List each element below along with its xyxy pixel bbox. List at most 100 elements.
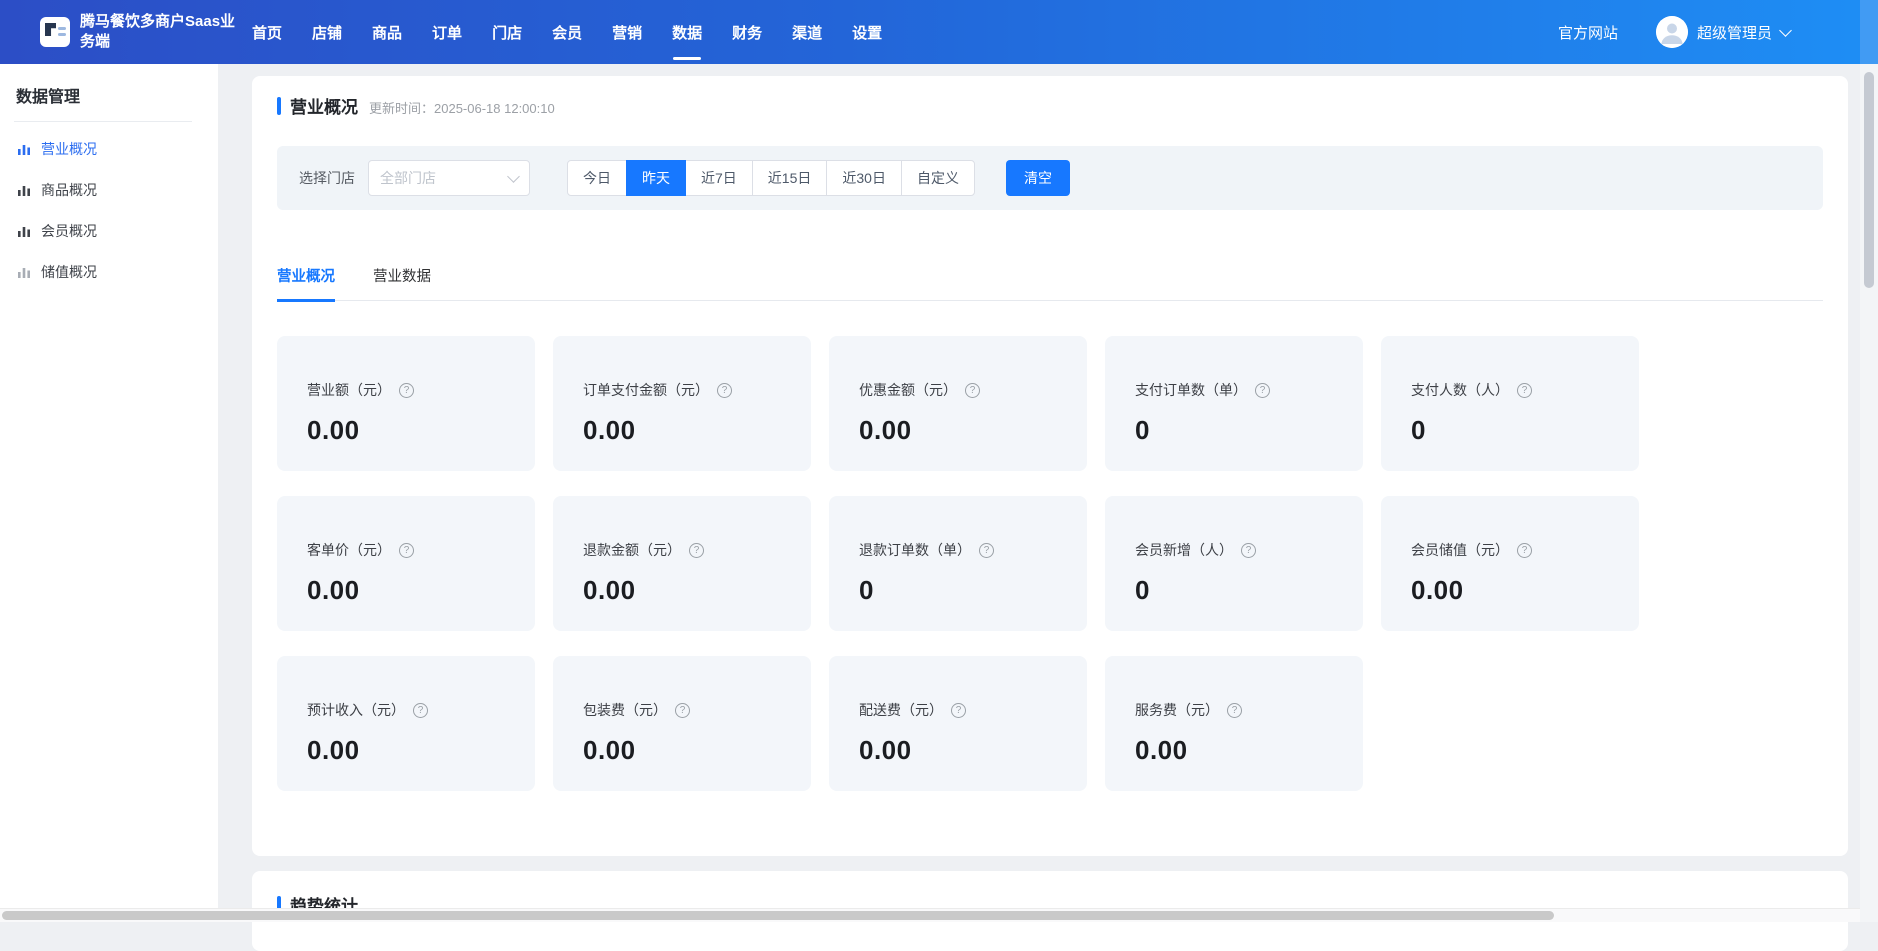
sidebar-title: 数据管理 xyxy=(0,64,218,121)
stat-label: 客单价（元） xyxy=(307,540,391,560)
stat-value: 0 xyxy=(1135,575,1353,606)
topbar-nav-item[interactable]: 渠道 xyxy=(790,18,824,47)
official-site-link[interactable]: 官方网站 xyxy=(1558,22,1618,43)
app-logo-icon xyxy=(40,17,70,47)
stat-label: 包装费（元） xyxy=(583,700,667,720)
nav-item-label: 数据 xyxy=(672,25,702,42)
stat-label: 支付订单数（单） xyxy=(1135,380,1247,400)
stat-card: 会员储值（元） 0.00 xyxy=(1381,496,1639,631)
user-name: 超级管理员 xyxy=(1697,22,1772,43)
help-icon[interactable] xyxy=(413,703,428,718)
stat-card: 退款订单数（单） 0 xyxy=(829,496,1087,631)
horizontal-scrollbar-thumb[interactable] xyxy=(2,911,1554,920)
vertical-scrollbar-thumb[interactable] xyxy=(1864,72,1874,288)
stat-label: 营业额（元） xyxy=(307,380,391,400)
stat-value: 0.00 xyxy=(307,415,525,446)
stat-card: 支付人数（人） 0 xyxy=(1381,336,1639,471)
stat-label: 支付人数（人） xyxy=(1411,380,1509,400)
sidebar-item-label: 储值概况 xyxy=(41,262,97,282)
topbar-right: 官方网站 超级管理员 xyxy=(1558,16,1878,48)
nav-item-label: 营销 xyxy=(612,25,642,42)
topbar-nav-item[interactable]: 营销 xyxy=(610,18,644,47)
stat-value: 0 xyxy=(859,575,1077,606)
date-range-label: 昨天 xyxy=(642,168,670,188)
chevron-down-icon xyxy=(507,170,520,183)
stat-value: 0.00 xyxy=(583,415,801,446)
date-range-label: 近7日 xyxy=(701,168,737,188)
topbar-nav-item[interactable]: 数据 xyxy=(670,18,704,47)
stat-value: 0.00 xyxy=(583,575,801,606)
topbar-nav-item[interactable]: 订单 xyxy=(430,18,464,47)
business-overview-panel: 营业概况 更新时间：2025-06-18 12:00:10 选择门店 全部门店 … xyxy=(252,76,1848,856)
stat-value: 0.00 xyxy=(307,735,525,766)
stat-card: 支付订单数（单） 0 xyxy=(1105,336,1363,471)
nav-item-label: 首页 xyxy=(252,25,282,42)
sidebar-item[interactable]: 商品概况 xyxy=(0,169,218,210)
chevron-down-icon xyxy=(1779,24,1792,37)
overview-tab[interactable]: 营业概况 xyxy=(277,265,335,302)
sidebar-item-label: 商品概况 xyxy=(41,180,97,200)
date-range-group: 今日 昨天 近7日 近15日 近30日 自定义 xyxy=(567,160,975,196)
bar-chart-icon xyxy=(17,224,31,238)
stat-value: 0.00 xyxy=(1135,735,1353,766)
topbar-nav-item[interactable]: 设置 xyxy=(850,18,884,47)
stat-card: 优惠金额（元） 0.00 xyxy=(829,336,1087,471)
topbar-nav-item[interactable]: 商品 xyxy=(370,18,404,47)
sidebar-item[interactable]: 营业概况 xyxy=(0,128,218,169)
sidebar-item-label: 营业概况 xyxy=(41,139,97,159)
stat-label: 会员储值（元） xyxy=(1411,540,1509,560)
help-icon[interactable] xyxy=(675,703,690,718)
stat-label: 服务费（元） xyxy=(1135,700,1219,720)
help-icon[interactable] xyxy=(951,703,966,718)
sidebar-item[interactable]: 会员概况 xyxy=(0,210,218,251)
date-range-button[interactable]: 近30日 xyxy=(826,160,902,196)
nav-item-label: 订单 xyxy=(432,25,462,42)
help-icon[interactable] xyxy=(399,383,414,398)
topbar-nav-item[interactable]: 门店 xyxy=(490,18,524,47)
date-range-label: 自定义 xyxy=(917,168,959,188)
stats-grid: 营业额（元） 0.00 订单支付金额（元） 0.00 优惠金额（元） 0.00 xyxy=(277,336,1823,791)
topbar-nav-item[interactable]: 财务 xyxy=(730,18,764,47)
sidebar-item-label: 会员概况 xyxy=(41,221,97,241)
tab-label: 营业概况 xyxy=(277,269,335,285)
help-icon[interactable] xyxy=(979,543,994,558)
topbar-nav-item[interactable]: 会员 xyxy=(550,18,584,47)
nav-item-label: 店铺 xyxy=(312,25,342,42)
clear-button[interactable]: 清空 xyxy=(1006,160,1070,196)
help-icon[interactable] xyxy=(1241,543,1256,558)
user-menu[interactable]: 超级管理员 xyxy=(1656,16,1790,48)
stat-card: 包装费（元） 0.00 xyxy=(553,656,811,791)
date-range-button[interactable]: 昨天 xyxy=(626,160,686,196)
help-icon[interactable] xyxy=(399,543,414,558)
help-icon[interactable] xyxy=(1227,703,1242,718)
stat-label: 订单支付金额（元） xyxy=(583,380,709,400)
update-time: 更新时间：2025-06-18 12:00:10 xyxy=(369,95,555,117)
help-icon[interactable] xyxy=(1517,543,1532,558)
stat-value: 0.00 xyxy=(307,575,525,606)
help-icon[interactable] xyxy=(1255,383,1270,398)
overview-tab[interactable]: 营业数据 xyxy=(373,265,431,302)
date-range-button[interactable]: 自定义 xyxy=(901,160,975,196)
topbar-nav-item[interactable]: 首页 xyxy=(250,18,284,47)
stat-card: 会员新增（人） 0 xyxy=(1105,496,1363,631)
date-range-button[interactable]: 近15日 xyxy=(752,160,828,196)
topbar-nav-item[interactable]: 店铺 xyxy=(310,18,344,47)
help-icon[interactable] xyxy=(689,543,704,558)
sidebar-divider xyxy=(14,121,192,122)
sidebar-item[interactable]: 储值概况 xyxy=(0,251,218,292)
help-icon[interactable] xyxy=(717,383,732,398)
help-icon[interactable] xyxy=(1517,383,1532,398)
stat-card: 服务费（元） 0.00 xyxy=(1105,656,1363,791)
store-select[interactable]: 全部门店 xyxy=(368,160,530,196)
nav-item-label: 会员 xyxy=(552,25,582,42)
date-range-button[interactable]: 今日 xyxy=(567,160,627,196)
help-icon[interactable] xyxy=(965,383,980,398)
overview-section-title: 营业概况 xyxy=(290,93,358,118)
stat-label: 预计收入（元） xyxy=(307,700,405,720)
date-range-button[interactable]: 近7日 xyxy=(685,160,753,196)
stat-label: 退款订单数（单） xyxy=(859,540,971,560)
overview-tabs: 营业概况 营业数据 xyxy=(277,265,1823,301)
user-avatar-icon xyxy=(1656,16,1688,48)
bar-chart-icon xyxy=(17,265,31,279)
stat-label: 会员新增（人） xyxy=(1135,540,1233,560)
